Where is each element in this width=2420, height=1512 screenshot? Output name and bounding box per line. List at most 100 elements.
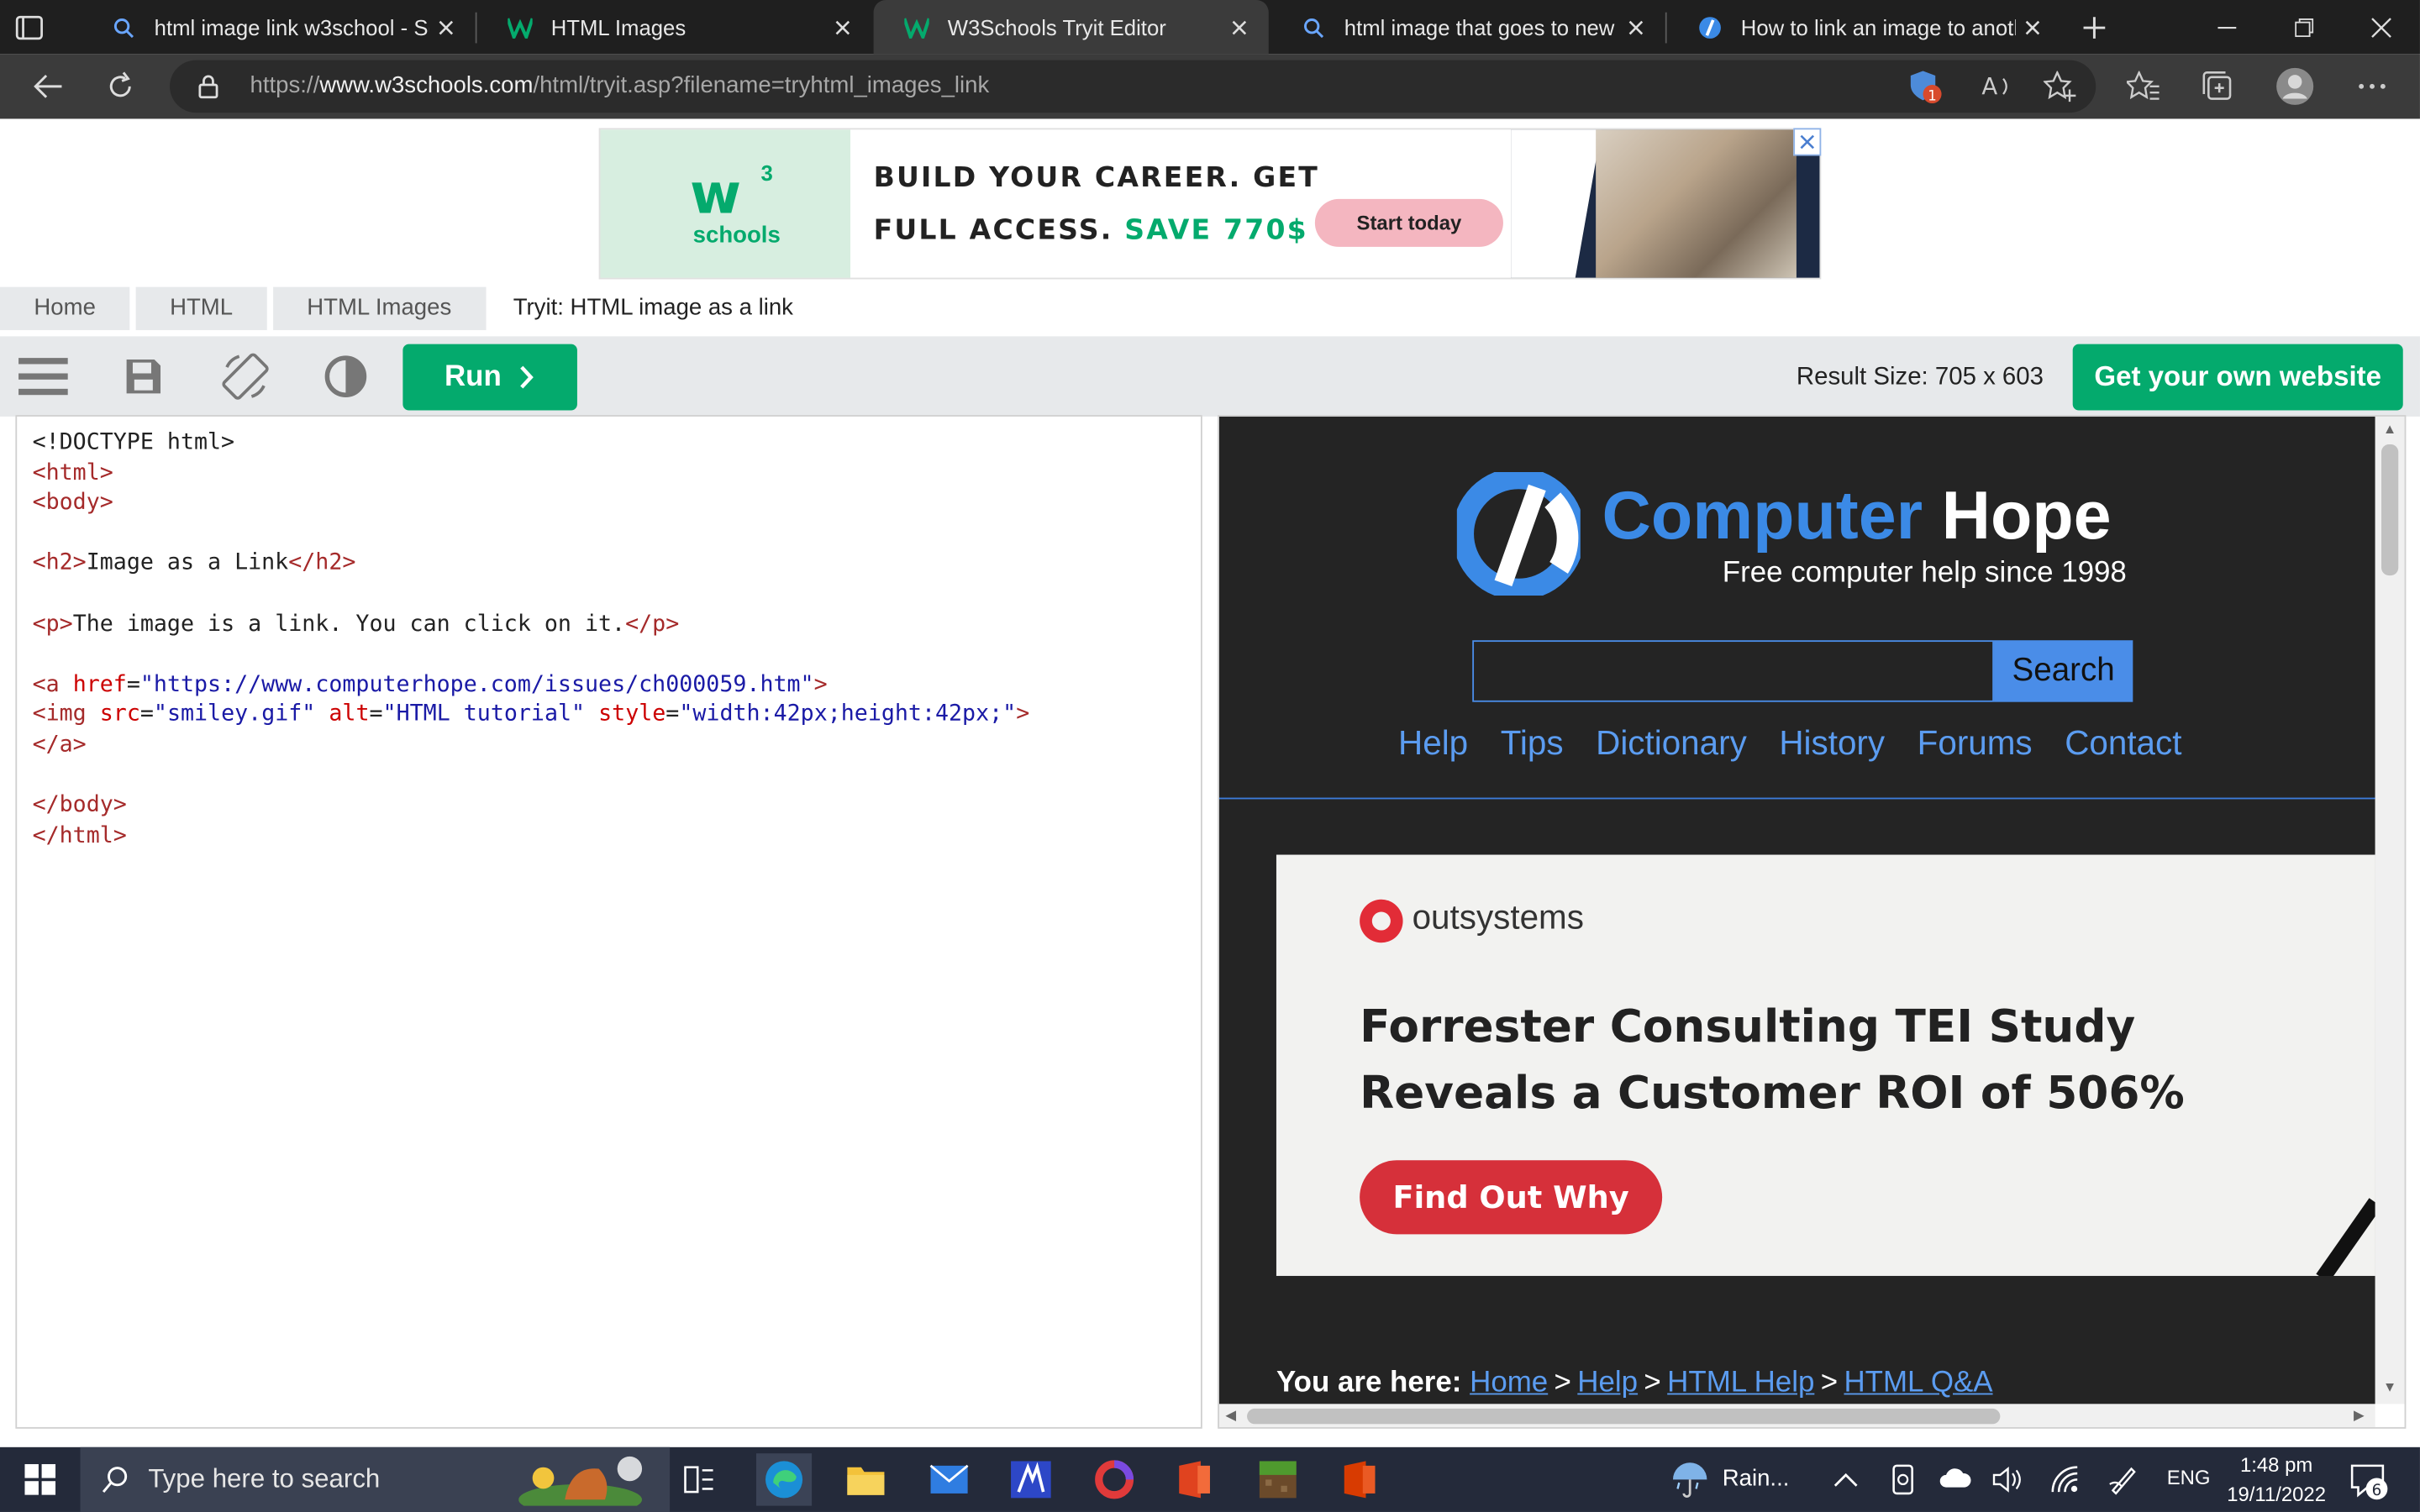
scroll-up-icon[interactable]: ▲ — [2383, 421, 2396, 436]
nav-history[interactable]: History — [1779, 723, 1885, 764]
tab-computerhope[interactable]: How to link an image to another — [1667, 0, 2062, 54]
code-line[interactable]: <a href="https://www.computerhope.com/is… — [33, 671, 1186, 701]
scroll-left-icon[interactable]: ◀ — [1225, 1407, 1236, 1424]
breadcrumb-html-images[interactable]: HTML Images — [272, 286, 486, 331]
new-tab-icon[interactable] — [2075, 8, 2115, 48]
nav-dictionary[interactable]: Dictionary — [1596, 723, 1747, 764]
scroll-down-icon[interactable]: ▼ — [2383, 1379, 2396, 1394]
code-line[interactable]: </a> — [33, 731, 1186, 761]
scroll-right-icon[interactable]: ▶ — [2354, 1407, 2365, 1424]
code-line[interactable]: <h2>Image as a Link</h2> — [33, 550, 1186, 580]
weather-icon[interactable] — [1670, 1461, 1710, 1505]
collections-icon[interactable] — [2195, 65, 2241, 108]
url-field[interactable]: https://www.w3schools.com/html/tryit.asp… — [170, 60, 2096, 113]
start-today-button[interactable]: Start today — [1314, 198, 1503, 247]
horizontal-scrollbar[interactable]: ◀ ▶ — [1218, 1404, 2375, 1427]
edge-browser-icon[interactable] — [755, 1453, 813, 1506]
clock[interactable]: 1:48 pm 19/11/2022 — [2223, 1450, 2331, 1509]
site-crumb-help[interactable]: Help — [1577, 1367, 1638, 1399]
site-search-button[interactable]: Search — [1994, 640, 2133, 702]
nav-contact[interactable]: Contact — [2065, 723, 2181, 764]
run-button[interactable]: Run — [402, 344, 577, 411]
site-search-input[interactable] — [1472, 640, 1995, 702]
refresh-icon[interactable] — [97, 65, 144, 108]
code-line[interactable]: </body> — [33, 791, 1186, 822]
code-line[interactable]: <p>The image is a link. You can click on… — [33, 611, 1186, 641]
mail-icon[interactable] — [922, 1453, 977, 1505]
restore-icon[interactable] — [2265, 0, 2343, 54]
ad-close-icon[interactable] — [1793, 128, 1822, 156]
code-line[interactable] — [33, 761, 1186, 791]
scroll-thumb[interactable] — [1247, 1408, 2001, 1425]
find-out-why-button[interactable]: Find Out Why — [1360, 1160, 1663, 1235]
breadcrumb-home[interactable]: Home — [0, 286, 130, 331]
code-line[interactable]: <!DOCTYPE html> — [33, 429, 1186, 459]
close-window-icon[interactable] — [2343, 0, 2420, 54]
photo-app-icon[interactable] — [1086, 1453, 1142, 1505]
code-line[interactable]: <img src="smiley.gif" alt="HTML tutorial… — [33, 701, 1186, 731]
save-icon[interactable] — [116, 349, 171, 404]
code-line[interactable]: </html> — [33, 822, 1186, 852]
site-title[interactable]: Computer Hope — [1602, 478, 2111, 555]
nav-tips[interactable]: Tips — [1501, 723, 1564, 764]
office-icon[interactable] — [1167, 1453, 1223, 1505]
site-crumb-home[interactable]: Home — [1470, 1367, 1548, 1399]
favorites-icon[interactable] — [2121, 65, 2167, 108]
file-explorer-icon[interactable] — [838, 1453, 893, 1505]
volume-icon[interactable] — [1992, 1466, 2023, 1501]
computerhope-logo-icon[interactable] — [1452, 467, 1586, 601]
profile-avatar-icon[interactable] — [2272, 65, 2318, 108]
app-icon[interactable] — [1003, 1453, 1059, 1505]
get-your-own-website-button[interactable]: Get your own website — [2072, 344, 2403, 411]
tab-html-images[interactable]: HTML Images — [477, 0, 872, 54]
close-icon[interactable] — [1619, 10, 1653, 44]
minimize-icon[interactable] — [2188, 0, 2265, 54]
close-icon[interactable] — [1223, 10, 1256, 44]
breadcrumb-html[interactable]: HTML — [135, 286, 267, 331]
scroll-thumb[interactable] — [2381, 444, 2399, 576]
chevron-up-icon[interactable] — [1833, 1467, 1858, 1495]
w3schools-ad-banner[interactable]: w 3 schools BUILD YOUR CAREER. GET FULL … — [598, 128, 1822, 280]
tab-search-1[interactable]: html image link w3school - Sear — [81, 0, 476, 54]
code-line[interactable]: <body> — [33, 490, 1186, 520]
back-arrow-icon[interactable] — [24, 65, 71, 108]
code-line[interactable] — [33, 641, 1186, 671]
notifications-icon[interactable]: 6 — [2349, 1461, 2389, 1509]
language-indicator[interactable]: ENG — [2167, 1466, 2211, 1489]
shield-badge-icon[interactable]: 1 — [1902, 65, 1948, 108]
site-crumb-html-help[interactable]: HTML Help — [1667, 1367, 1814, 1399]
site-crumb-html-qa[interactable]: HTML Q&A — [1844, 1367, 1992, 1399]
close-icon[interactable] — [826, 10, 860, 44]
weather-text[interactable]: Rain... — [1723, 1466, 1790, 1492]
office-2-icon[interactable] — [1332, 1453, 1387, 1505]
read-aloud-icon[interactable]: A — [1975, 65, 2022, 108]
rotate-layout-icon[interactable] — [218, 349, 273, 404]
lock-icon[interactable] — [197, 74, 219, 107]
code-line[interactable] — [33, 520, 1186, 550]
onedrive-icon[interactable] — [1939, 1467, 1972, 1497]
outsystems-ad[interactable]: outsystems Forrester Consulting TEI Stud… — [1276, 854, 2375, 1276]
more-options-icon[interactable] — [2349, 65, 2395, 108]
vertical-scrollbar[interactable]: ▲ ▼ — [2375, 416, 2405, 1404]
close-icon[interactable] — [2016, 10, 2049, 44]
nav-forums[interactable]: Forums — [1918, 723, 2033, 764]
close-icon[interactable] — [429, 10, 463, 44]
add-favorite-icon[interactable] — [2037, 65, 2083, 108]
tab-search-2[interactable]: html image that goes to new pa — [1270, 0, 1665, 54]
code-line[interactable]: <html> — [33, 459, 1186, 490]
wifi-icon[interactable] — [2049, 1464, 2081, 1503]
code-editor[interactable]: <!DOCTYPE html> <html> <body> <h2>Image as… — [15, 415, 1202, 1429]
windows-start-icon[interactable] — [0, 1447, 81, 1512]
menu-icon[interactable] — [15, 349, 71, 404]
tab-actions-icon[interactable] — [13, 11, 46, 45]
tab-tryit-editor[interactable]: W3Schools Tryit Editor — [873, 0, 1269, 55]
code-line[interactable] — [33, 580, 1186, 611]
nav-help[interactable]: Help — [1398, 723, 1468, 764]
theme-toggle-icon[interactable] — [318, 349, 373, 404]
taskbar-search-box[interactable]: Type here to search — [80, 1446, 671, 1512]
task-view-icon[interactable] — [671, 1453, 727, 1505]
result-frame[interactable]: Computer Hope Free computer help since 1… — [1218, 415, 2407, 1429]
meet-now-icon[interactable] — [1889, 1464, 1917, 1503]
minecraft-icon[interactable] — [1250, 1453, 1306, 1505]
pen-icon[interactable] — [2108, 1464, 2139, 1503]
